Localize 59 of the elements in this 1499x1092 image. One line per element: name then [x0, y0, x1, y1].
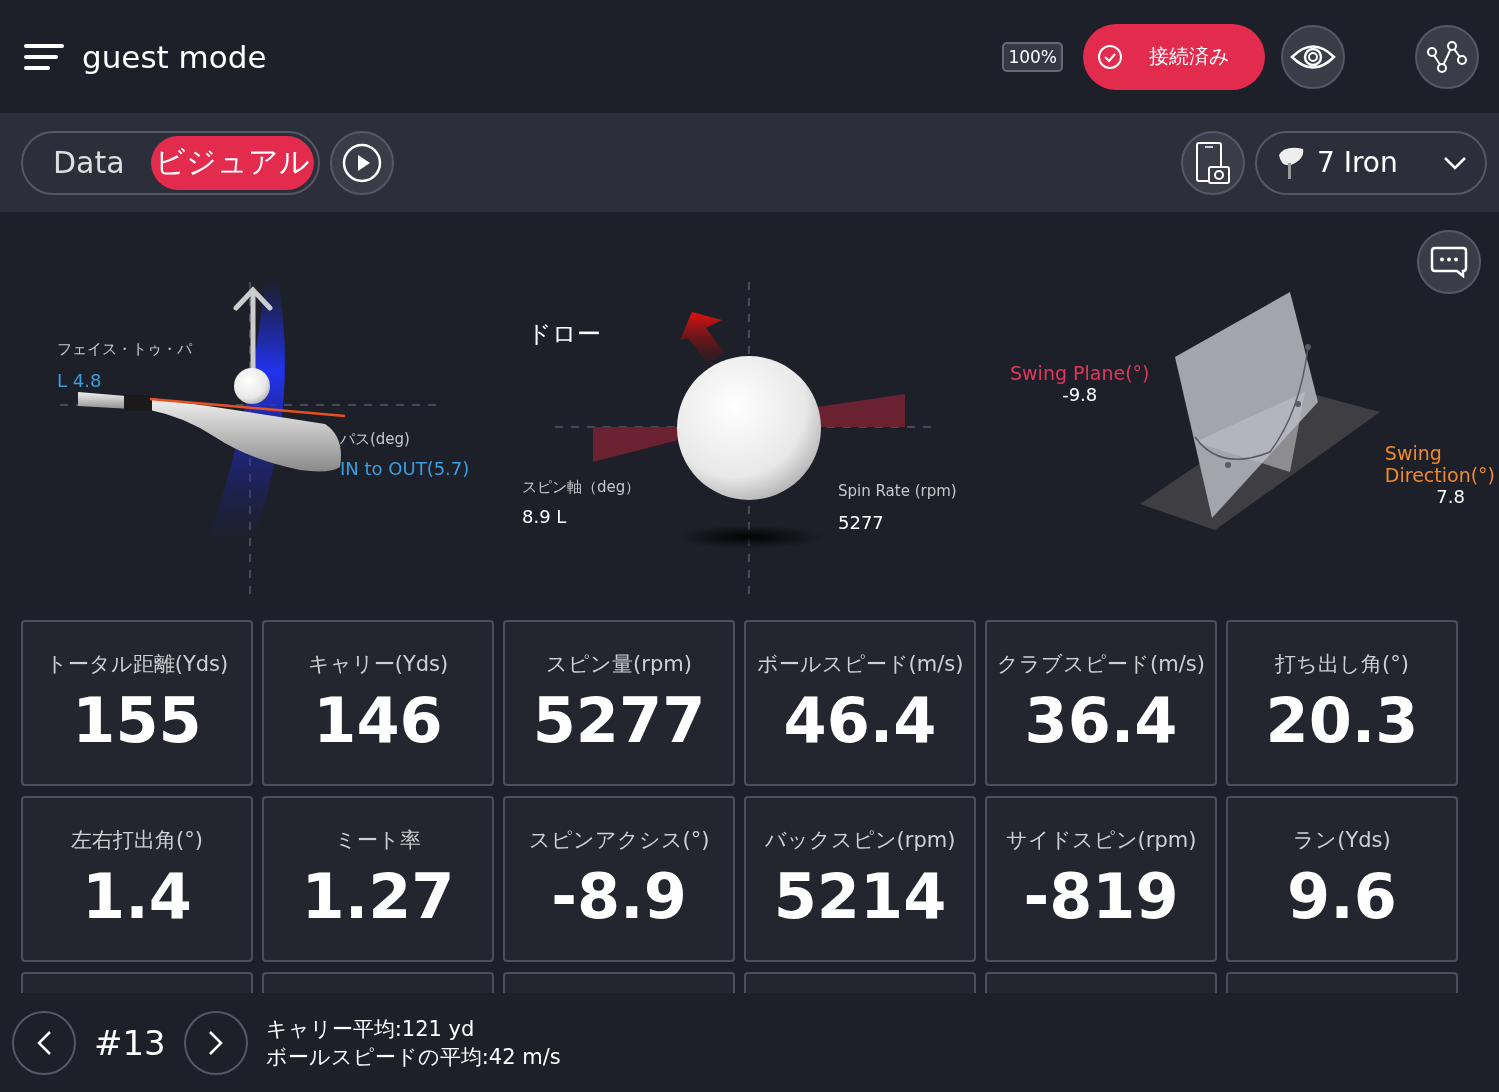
- golf-ball: [234, 368, 270, 404]
- metric-label: サイドスピン(rpm): [1005, 827, 1197, 854]
- swing-plane-label: Swing Plane(°): [1010, 362, 1150, 384]
- face-value: L 4.8: [57, 370, 102, 391]
- metric-value: 20.3: [1265, 684, 1419, 757]
- metric-value: 146: [313, 684, 443, 757]
- mode-tab[interactable]: Data: [37, 135, 141, 190]
- node-graph-icon: [1426, 39, 1468, 74]
- chevron-left-icon: [36, 1029, 52, 1056]
- metric-label: キャリー(Yds): [307, 651, 449, 678]
- metric-value: 1.4: [82, 860, 192, 933]
- next-button[interactable]: [183, 1010, 248, 1075]
- phone-camera-icon: [1195, 140, 1231, 185]
- spin-axis-value: 8.9 L: [522, 506, 567, 527]
- curve-arrow-icon: [680, 312, 724, 364]
- average-summary: ボールスピードの平均:42 m/s: [265, 1043, 561, 1071]
- battery-indicator: 100%: [1002, 41, 1063, 72]
- chat-bubble-icon: [1430, 246, 1468, 278]
- metric-label: ミート率: [335, 827, 421, 854]
- metric-label: 左右打出角(°): [71, 827, 203, 854]
- metric-label: ラン(Yds): [1293, 827, 1391, 854]
- metric-label: スピンアクシス(°): [528, 827, 710, 854]
- swing-plane-value: -9.8: [1062, 384, 1098, 405]
- chevron-down-icon: [1443, 155, 1467, 170]
- metric-value: 5277: [532, 684, 706, 757]
- metric-value: 9.6: [1287, 860, 1397, 933]
- spin-rate-value: 5277: [838, 512, 884, 533]
- metric-value: 155: [72, 684, 202, 757]
- metric-label: クラブスピード(m/s): [997, 651, 1205, 678]
- chevron-right-icon: [207, 1029, 224, 1056]
- connection-button[interactable]: 接続済み: [1083, 23, 1265, 90]
- path-value: IN to OUT(5.7): [340, 458, 470, 479]
- metric-label: ボールスピード(m/s): [756, 651, 964, 678]
- metric-value: -8.9: [551, 860, 687, 933]
- metric-value: 5214: [773, 860, 947, 933]
- spin-rate-label: Spin Rate (rpm): [838, 482, 957, 500]
- metric-value: 1.27: [301, 860, 455, 933]
- face-label: フェイス・トゥ・パ: [57, 340, 192, 359]
- club-dropdown[interactable]: 7 Iron: [1255, 130, 1487, 195]
- metric-value: -819: [1023, 860, 1179, 933]
- previous-button[interactable]: [12, 1010, 76, 1075]
- shot-shape-label: ドロー: [527, 319, 601, 350]
- mode-tab[interactable]: ビジュアル: [150, 135, 314, 190]
- shot-number: #13: [94, 1022, 166, 1063]
- metric-value: 36.4: [1024, 684, 1178, 757]
- swing-direction-label: Swing Direction(°): [1384, 442, 1495, 486]
- average-summary: キャリー平均:121 yd: [265, 1015, 476, 1043]
- path-label: パス(deg): [340, 430, 410, 449]
- metric-label: 打ち出し角(°): [1275, 651, 1409, 678]
- swing-direction-value: 7.8: [1436, 486, 1466, 507]
- mode-title: guest mode: [82, 38, 267, 75]
- metric-label: バックスピン(rpm): [764, 827, 956, 854]
- spin-axis-label: スピン軸（deg）: [522, 478, 641, 497]
- play-icon: [341, 142, 382, 183]
- metric-value: 46.4: [783, 684, 937, 757]
- metric-label: スピン量(rpm): [546, 651, 692, 678]
- menu-icon[interactable]: [24, 41, 64, 72]
- metric-label: トータル距離(Yds): [45, 651, 229, 678]
- check-circle-icon: [1097, 43, 1123, 70]
